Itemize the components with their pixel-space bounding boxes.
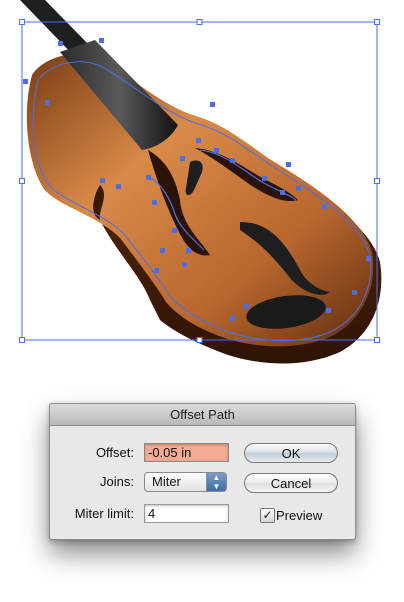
- dialog-title[interactable]: Offset Path: [50, 404, 355, 426]
- checkmark-icon: ✓: [262, 508, 273, 522]
- miter-limit-input[interactable]: [144, 504, 229, 523]
- artboard-canvas[interactable]: [0, 0, 404, 380]
- up-down-arrows-icon: ▲ ▼: [206, 473, 226, 491]
- joins-selected-value: Miter: [152, 474, 181, 489]
- joins-label: Joins:: [100, 474, 134, 489]
- offset-path-dialog: Offset Path Offset: Joins: Miter ▲▼ Mite…: [49, 403, 356, 540]
- offset-input[interactable]: [144, 443, 229, 462]
- miter-limit-label: Miter limit:: [74, 506, 134, 521]
- preview-checkbox[interactable]: ✓: [260, 508, 275, 523]
- offset-label: Offset:: [95, 445, 134, 460]
- preview-label: Preview: [276, 508, 323, 523]
- joins-select[interactable]: Miter ▲ ▼: [144, 472, 227, 492]
- cancel-button[interactable]: Cancel: [244, 473, 338, 493]
- ok-button[interactable]: OK: [244, 443, 338, 463]
